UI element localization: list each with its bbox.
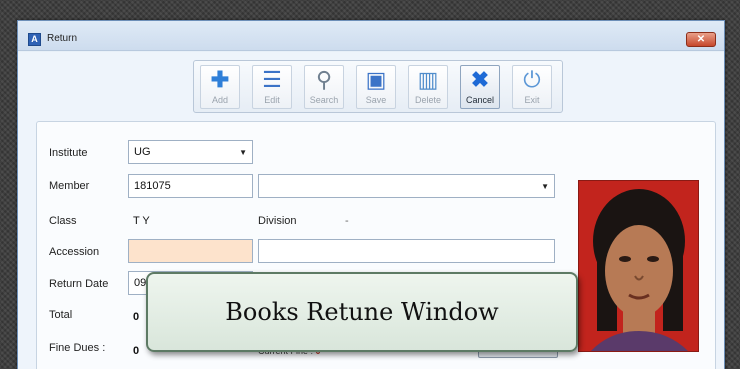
add-button-label: Add xyxy=(211,95,228,105)
overlay-caption: Books Retune Window xyxy=(225,298,499,326)
accession-label: Accession xyxy=(49,246,100,258)
institute-value: UG xyxy=(134,146,151,158)
cancel-button[interactable]: ✖ Cancel xyxy=(460,65,500,109)
accession-title-field[interactable] xyxy=(258,239,555,263)
cancel-icon: ✖ xyxy=(470,67,490,92)
plus-icon: ✚ xyxy=(210,67,230,92)
window-title: Return xyxy=(47,33,78,44)
member-value: 181075 xyxy=(134,180,171,192)
total-value: 0 xyxy=(133,311,140,323)
delete-icon: ▥ xyxy=(417,67,439,92)
title-bar[interactable]: A Return ✕ xyxy=(18,21,724,51)
division-label: Division xyxy=(258,215,297,227)
class-value: T Y xyxy=(133,215,150,227)
add-button[interactable]: ✚ Add xyxy=(200,65,240,109)
member-label: Member xyxy=(49,180,90,192)
delete-button-label: Delete xyxy=(414,95,441,105)
close-button[interactable]: ✕ xyxy=(686,32,716,47)
app-icon: A xyxy=(28,33,41,46)
fine-dues-value: 0 xyxy=(133,345,140,357)
exit-button-label: Exit xyxy=(524,95,540,105)
edit-button[interactable]: ☰ Edit xyxy=(252,65,292,109)
chevron-down-icon: ▼ xyxy=(239,148,247,157)
search-icon: ⚲ xyxy=(315,67,333,92)
save-button-label: Save xyxy=(365,95,387,105)
cancel-button-label: Cancel xyxy=(465,95,494,105)
search-button[interactable]: ⚲ Search xyxy=(304,65,344,109)
return-date-value: 09 xyxy=(134,277,147,289)
chevron-down-icon: ▼ xyxy=(541,182,549,191)
fine-dues-label: Fine Dues : xyxy=(49,342,106,354)
toolbar: ✚ Add ☰ Edit ⚲ Search ▣ Save ▥ Delete ✖ … xyxy=(193,60,563,113)
institute-select[interactable]: UG ▼ xyxy=(128,140,253,164)
member-photo-image xyxy=(579,181,698,351)
exit-button[interactable]: ⏻ Exit xyxy=(512,65,552,109)
total-label: Total xyxy=(49,309,73,321)
search-button-label: Search xyxy=(309,95,339,105)
institute-label: Institute xyxy=(49,147,88,159)
save-icon: ▣ xyxy=(365,67,387,92)
save-button[interactable]: ▣ Save xyxy=(356,65,396,109)
delete-button[interactable]: ▥ Delete xyxy=(408,65,448,109)
class-label: Class xyxy=(49,215,77,227)
edit-icon: ☰ xyxy=(262,67,282,92)
member-field[interactable]: 181075 xyxy=(128,174,253,198)
member-photo xyxy=(578,180,699,352)
accession-field[interactable] xyxy=(128,239,253,263)
edit-button-label: Edit xyxy=(264,95,280,105)
power-icon: ⏻ xyxy=(523,67,541,92)
caption-overlay: Books Retune Window xyxy=(146,272,578,352)
member-name-select[interactable]: ▼ xyxy=(258,174,555,198)
return-date-label: Return Date xyxy=(49,278,109,290)
division-value: - xyxy=(345,215,349,227)
